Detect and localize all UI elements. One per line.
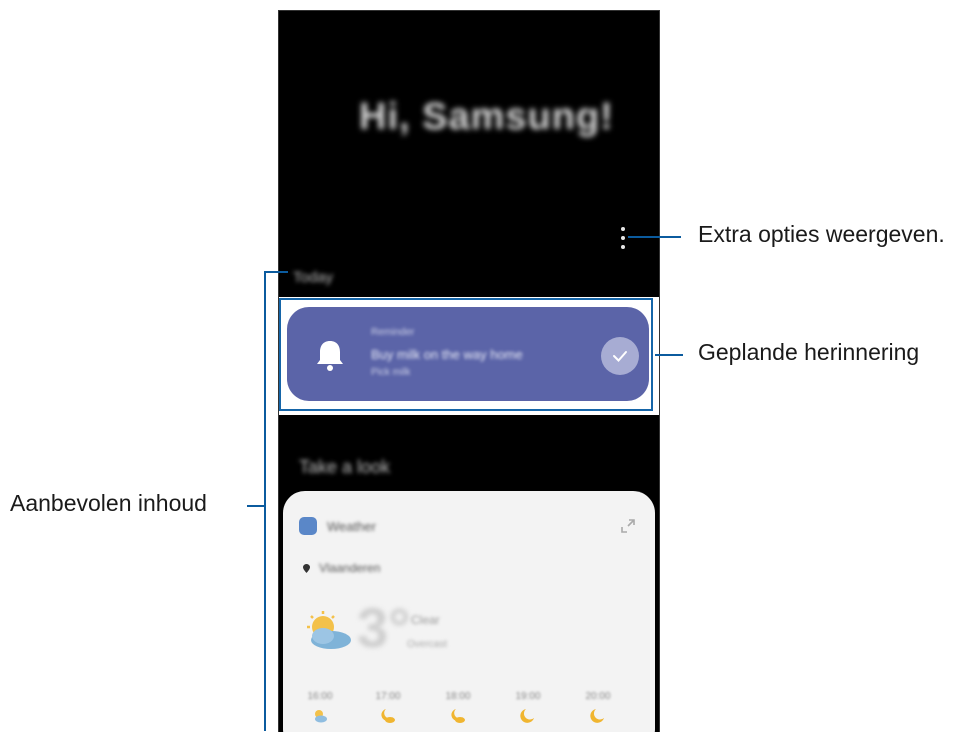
hourly-forecast-item: 19:00 xyxy=(503,691,553,724)
hour-time: 17:00 xyxy=(375,691,401,702)
reminder-callout-line xyxy=(655,354,683,356)
hourly-forecast-item: 18:00 xyxy=(433,691,483,724)
more-options-callout: Extra opties weergeven. xyxy=(698,221,945,247)
hourly-forecast-item: 16:00 xyxy=(295,691,345,724)
scheduled-reminder-callout: Geplande herinnering xyxy=(698,339,920,365)
weather-app-icon xyxy=(299,517,317,535)
weather-app-name: Weather xyxy=(327,519,376,534)
moon-cloud-icon xyxy=(381,709,395,723)
recommended-content-callout: Aanbevolen inhoud xyxy=(10,490,207,516)
sun-cloud-icon xyxy=(307,611,351,649)
more-options-callout-line xyxy=(628,236,681,238)
greeting-title: Hi, Samsung! xyxy=(359,96,614,138)
hour-time: 18:00 xyxy=(445,691,471,702)
moon-icon xyxy=(520,709,534,723)
section-label-today: Today xyxy=(293,269,334,286)
reminder-highlight-box xyxy=(279,298,653,411)
weather-description: Clear xyxy=(411,613,440,627)
recommended-content-bracket-top xyxy=(264,271,288,273)
recommended-content-callout-line xyxy=(247,505,266,507)
weather-detail: Overcast xyxy=(407,639,448,650)
hour-time: 16:00 xyxy=(307,691,333,702)
recommended-content-bracket xyxy=(264,271,266,731)
location-pin-icon xyxy=(303,564,310,573)
hourly-forecast-item: 20:00 xyxy=(573,691,623,724)
weather-location: Vlaanderen xyxy=(319,561,381,575)
moon-icon xyxy=(590,709,604,723)
hourly-forecast-item: 17:00 xyxy=(363,691,413,724)
hour-time: 20:00 xyxy=(585,691,611,702)
expand-icon[interactable] xyxy=(619,517,637,535)
moon-cloud-icon xyxy=(451,709,465,723)
more-options-icon[interactable] xyxy=(620,227,626,249)
section-label-take-a-look: Take a look xyxy=(299,457,391,477)
current-temperature: 3° xyxy=(357,596,411,659)
hour-time: 19:00 xyxy=(515,691,541,702)
weather-card[interactable]: Weather Vlaanderen 3° Clear Overcast 16:… xyxy=(283,491,655,732)
sun-cloud-icon xyxy=(315,710,327,723)
